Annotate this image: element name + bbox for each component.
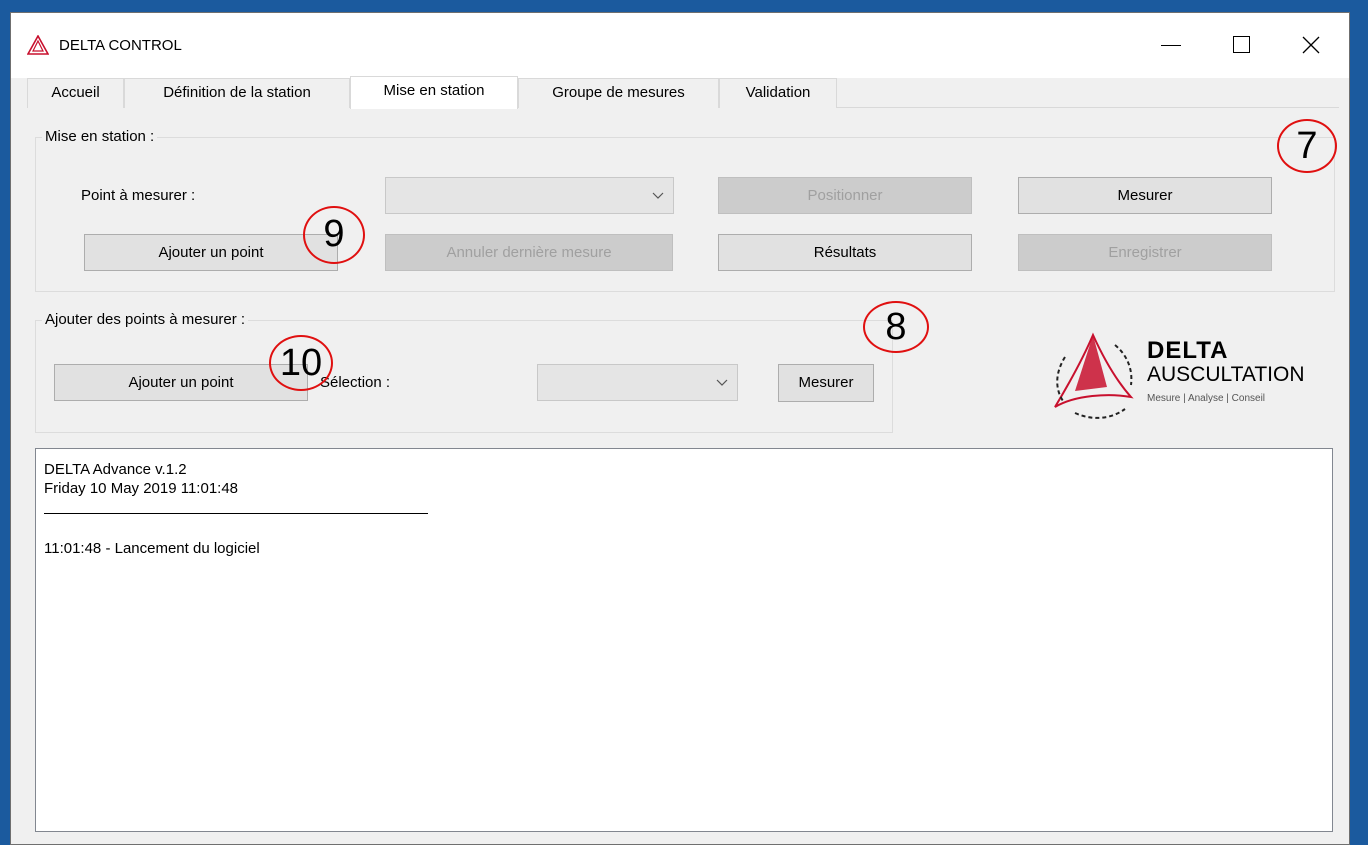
delta-logo-mark-icon bbox=[1054, 332, 1134, 419]
tab-accueil[interactable]: Accueil bbox=[27, 78, 124, 108]
close-icon bbox=[1302, 36, 1320, 54]
log-header-line-2: Friday 10 May 2019 11:01:48 bbox=[44, 480, 239, 497]
selection-label: Sélection : bbox=[320, 374, 391, 391]
annotation-10: 10 bbox=[269, 335, 333, 391]
annuler-derniere-mesure-button[interactable]: Annuler dernière mesure bbox=[385, 234, 673, 271]
resultats-button[interactable]: Résultats bbox=[718, 234, 972, 271]
point-a-mesurer-select[interactable] bbox=[385, 177, 674, 214]
log-textarea[interactable]: DELTA Advance v.1.2 Friday 10 May 2019 1… bbox=[35, 448, 1333, 832]
selection-select[interactable] bbox=[537, 364, 738, 401]
delta-auscultation-logo: DELTA AUSCULTATION Mesure | Analyse | Co… bbox=[1045, 327, 1325, 427]
window-title: DELTA CONTROL bbox=[59, 37, 182, 54]
chevron-down-icon bbox=[716, 379, 728, 386]
logo-title: DELTA bbox=[1147, 337, 1229, 364]
ajouter-points-group: Ajouter des points à mesurer : Ajouter u… bbox=[35, 311, 893, 433]
minimize-button[interactable] bbox=[1151, 27, 1191, 63]
annotation-8: 8 bbox=[863, 301, 929, 353]
tab-validation[interactable]: Validation bbox=[719, 78, 837, 108]
positionner-button[interactable]: Positionner bbox=[718, 177, 972, 214]
enregistrer-button[interactable]: Enregistrer bbox=[1018, 234, 1272, 271]
logo-subtitle: AUSCULTATION bbox=[1147, 363, 1305, 386]
maximize-icon bbox=[1233, 36, 1250, 53]
app-logo-icon bbox=[27, 35, 49, 55]
tab-definition-station[interactable]: Définition de la station bbox=[124, 78, 350, 108]
mesurer-button-2[interactable]: Mesurer bbox=[778, 364, 874, 402]
chevron-down-icon bbox=[652, 192, 664, 199]
mise-en-station-legend: Mise en station : bbox=[42, 128, 158, 145]
logo-tagline: Mesure | Analyse | Conseil bbox=[1147, 393, 1266, 404]
log-entry: 11:01:48 - Lancement du logiciel bbox=[44, 540, 260, 557]
mise-en-station-group: Mise en station : Point à mesurer : Posi… bbox=[35, 128, 1335, 292]
close-button[interactable] bbox=[1291, 27, 1331, 63]
minimize-icon bbox=[1161, 45, 1181, 46]
annotation-9: 9 bbox=[303, 206, 365, 264]
log-separator bbox=[44, 513, 428, 514]
ajouter-point-button[interactable]: Ajouter un point bbox=[84, 234, 338, 271]
log-header-line-1: DELTA Advance v.1.2 bbox=[44, 461, 187, 478]
ajouter-points-legend: Ajouter des points à mesurer : bbox=[42, 311, 249, 328]
tab-mise-en-station[interactable]: Mise en station bbox=[350, 76, 518, 109]
maximize-button[interactable] bbox=[1221, 27, 1261, 63]
app-window: DELTA CONTROL Accueil Définition de la s… bbox=[10, 12, 1350, 845]
mesurer-button[interactable]: Mesurer bbox=[1018, 177, 1272, 214]
annotation-7: 7 bbox=[1277, 119, 1337, 173]
point-a-mesurer-label: Point à mesurer : bbox=[81, 187, 196, 204]
title-bar[interactable]: DELTA CONTROL bbox=[11, 13, 1349, 78]
tab-groupe-mesures[interactable]: Groupe de mesures bbox=[518, 78, 719, 108]
